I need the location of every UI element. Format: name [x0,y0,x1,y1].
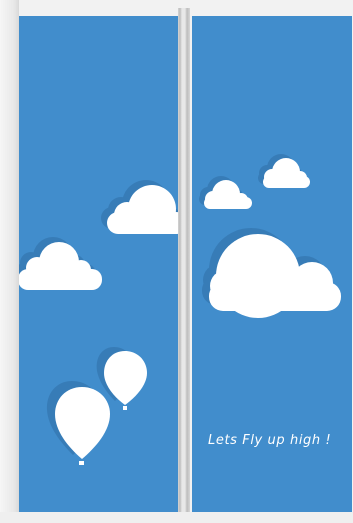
cloud-upper-left-panel [101,180,178,234]
tagline-text: Lets Fly up high ! [208,433,332,448]
cloud-small-top-right [258,154,310,188]
cloud-large-right [202,228,341,318]
cloud-middle-left-panel [19,237,102,290]
large-balloon [46,381,110,465]
cloud-small-left-right [199,176,252,209]
